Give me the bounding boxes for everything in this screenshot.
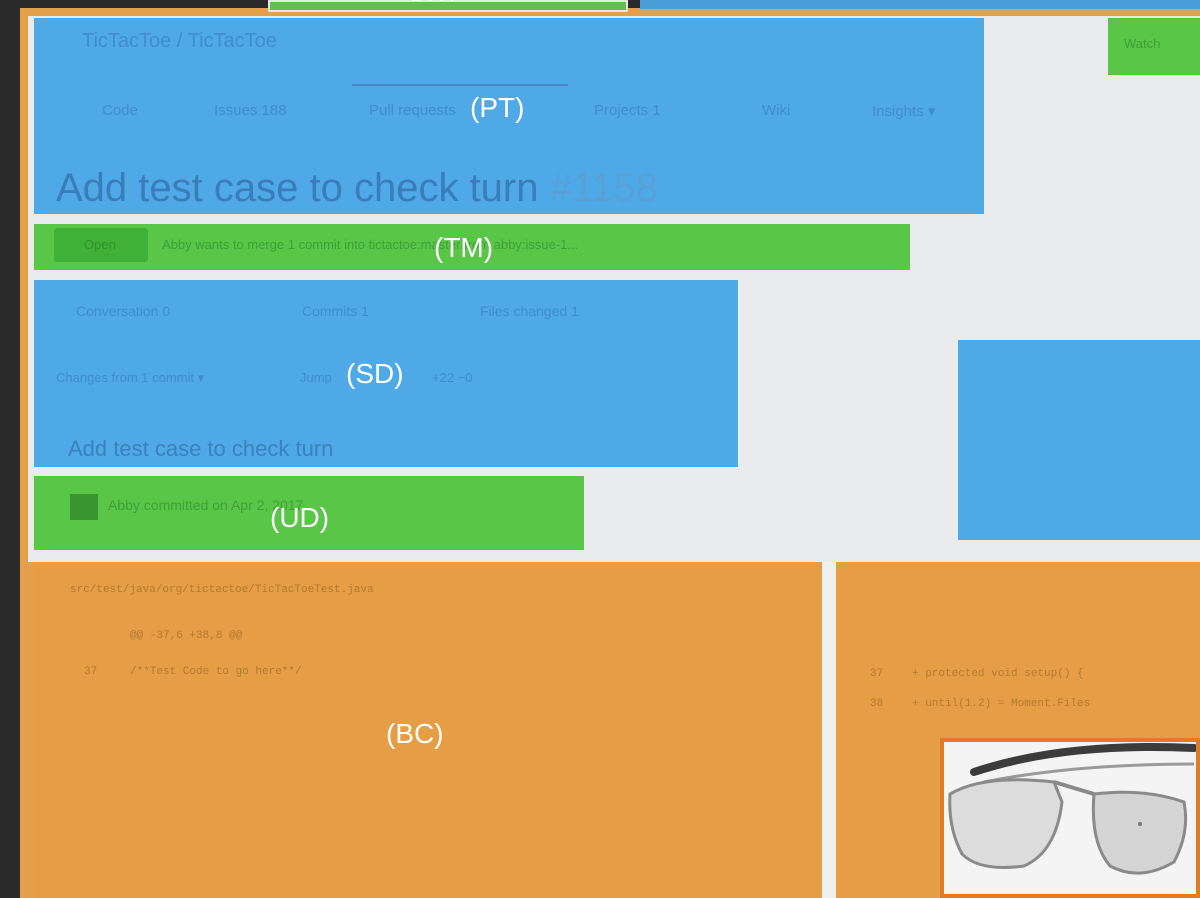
diff-right-line-num: 38	[870, 698, 884, 710]
top-annotation-strip: DNT	[268, 0, 628, 12]
diff-right-line: + protected void setup() {	[912, 668, 1084, 680]
tab-files-changed[interactable]: Files changed 1	[480, 303, 579, 319]
pr-title: Add test case to check turn #1158	[56, 166, 658, 210]
annotation-label-ud: (UD)	[270, 502, 330, 533]
tab-conversation[interactable]: Conversation 0	[76, 303, 170, 319]
tab-commits[interactable]: Commits 1	[302, 303, 369, 319]
annotation-label-tm: (TM)	[434, 232, 494, 263]
top-right-strip	[640, 0, 1200, 9]
commit-message: Add test case to check turn	[68, 436, 334, 461]
tab-wiki[interactable]: Wiki	[762, 102, 790, 119]
diff-left-line: /**Test Code to go here**/	[130, 666, 302, 678]
pr-state-badge: Open	[54, 228, 148, 262]
tab-insights[interactable]: Insights ▾	[872, 102, 935, 120]
diff-split-divider	[822, 562, 836, 898]
jump-to-dropdown[interactable]: Jump	[300, 370, 332, 385]
diff-stats: +22 −0	[432, 370, 473, 385]
annotation-label-bc: (BC)	[386, 718, 444, 749]
tab-issues[interactable]: Issues 188	[214, 102, 287, 119]
repo-breadcrumb[interactable]: TicTacToe / TicTacToe	[82, 30, 277, 53]
glasses-icon	[948, 743, 1196, 875]
diff-right-line: + until(1.2) = Moment.Files	[912, 698, 1091, 710]
tab-code[interactable]: Code	[102, 102, 138, 119]
active-tab-indicator	[352, 84, 568, 86]
annotation-label-sd: (SD)	[346, 358, 404, 389]
changes-from-dropdown[interactable]: Changes from 1 commit ▾	[56, 370, 204, 386]
avatar	[70, 494, 98, 520]
region-right-blue	[958, 340, 1200, 540]
region-pt: TicTacToe / TicTacToe Code Issues 188 Pu…	[34, 18, 984, 214]
annotation-label-pt: (PT)	[470, 92, 525, 123]
watch-label: Watch	[1124, 36, 1161, 51]
region-sd: Conversation 0 Commits 1 Files changed 1…	[34, 280, 738, 467]
product-image	[940, 738, 1200, 898]
annotation-label-dnt: DNT	[410, 0, 459, 8]
merge-summary: Abby wants to merge 1 commit into tictac…	[162, 237, 579, 252]
region-bc: src/test/java/org/tictactoe/TicTacToeTes…	[34, 562, 822, 898]
tab-pull-requests[interactable]: Pull requests	[369, 102, 456, 119]
diff-right-line-num: 37	[870, 668, 884, 680]
diff-left-line-num: 37	[84, 666, 98, 678]
diff-file-path[interactable]: src/test/java/org/tictactoe/TicTacToeTes…	[70, 584, 374, 596]
tab-projects[interactable]: Projects 1	[594, 102, 661, 119]
diff-hunk-header: @@ -37,6 +38,8 @@	[130, 630, 243, 642]
watch-button[interactable]: Watch	[1108, 18, 1200, 75]
